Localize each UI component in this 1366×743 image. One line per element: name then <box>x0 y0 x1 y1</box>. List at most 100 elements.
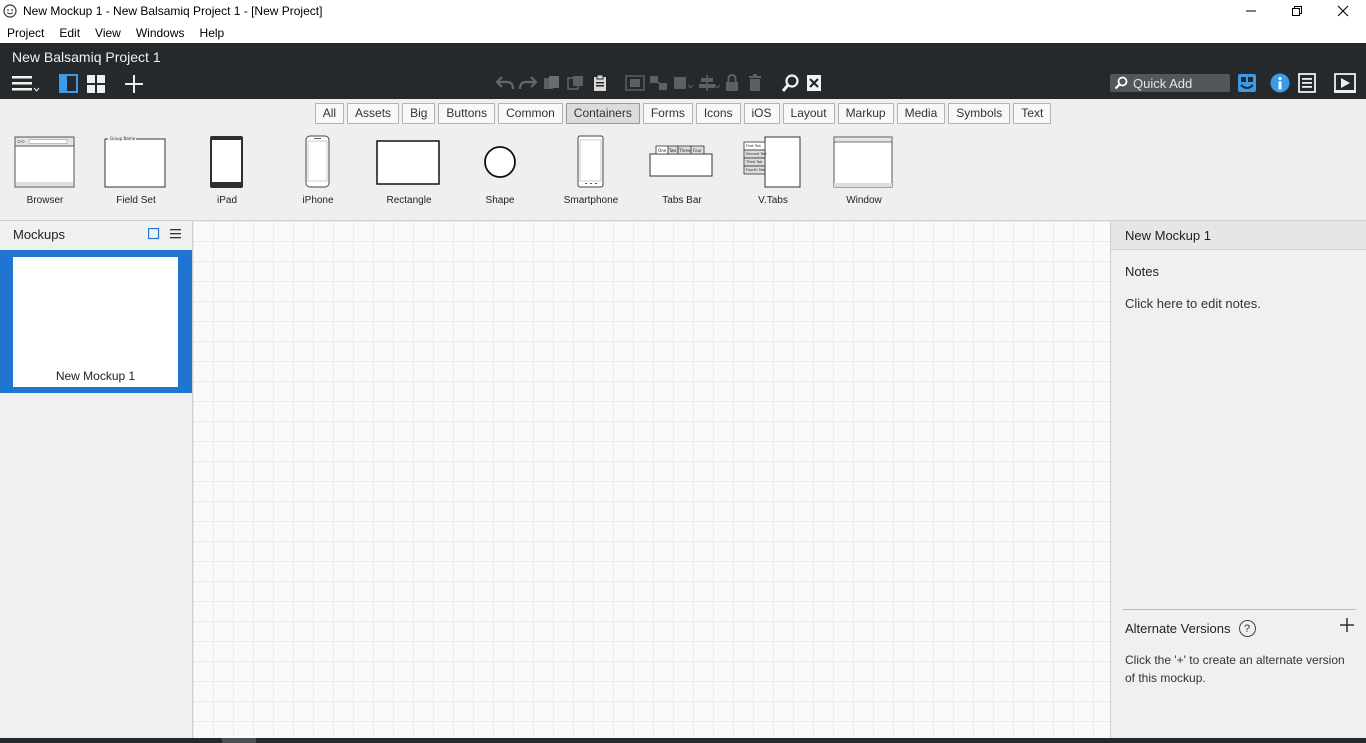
presentation-play-icon[interactable] <box>1334 73 1356 93</box>
filter-big[interactable]: Big <box>402 102 436 124</box>
trash-icon[interactable] <box>748 74 762 92</box>
component-label: iPad <box>216 195 237 206</box>
component-label: Smartphone <box>563 195 619 206</box>
filter-text[interactable]: Text <box>1013 102 1052 124</box>
filter-icons[interactable]: Icons <box>695 102 741 124</box>
alternate-versions-hint: Click the '+' to create an alternate ver… <box>1125 653 1345 685</box>
filter-symbols[interactable]: Symbols <box>948 102 1011 124</box>
mockup-list-item[interactable]: New Mockup 1 <box>0 250 192 393</box>
menu-windows[interactable]: Windows <box>136 26 185 40</box>
components-library: Browser Group Name Field Set iPad iPhone… <box>0 127 1366 221</box>
lock-icon[interactable] <box>725 74 739 92</box>
notes-list-icon[interactable] <box>1298 73 1316 93</box>
notes-editor[interactable]: Click here to edit notes. <box>1125 296 1261 311</box>
menu-view[interactable]: View <box>95 26 121 40</box>
window-title: New Mockup 1 - New Balsamiq Project 1 - … <box>23 4 323 18</box>
tabs-bar-thumbnail: One Two Three Four <box>649 145 713 177</box>
filter-media[interactable]: Media <box>896 102 946 124</box>
bottom-scrollbar[interactable] <box>0 738 1366 743</box>
component-label: Window <box>846 195 882 206</box>
component-label: Shape <box>485 195 515 206</box>
vtab-second-text: Second Tab <box>746 152 767 156</box>
mockups-panel: Mockups New Mockup 1 <box>0 221 193 738</box>
tab-one-text: One <box>658 148 667 153</box>
copy-icon[interactable] <box>543 75 561 91</box>
filter-containers[interactable]: Containers <box>565 102 640 124</box>
component-tabs-bar[interactable]: One Two Three Four Tabs Bar <box>642 135 722 215</box>
component-field-set[interactable]: Group Name Field Set <box>96 135 176 215</box>
component-rectangle[interactable]: Rectangle <box>369 135 449 215</box>
component-label: Browser <box>26 195 64 206</box>
ipad-thumbnail <box>210 136 243 188</box>
filter-markup[interactable]: Markup <box>837 102 894 124</box>
tab-three-text: Three <box>678 148 691 153</box>
filter-ios[interactable]: iOS <box>743 102 780 124</box>
quick-add-placeholder: Quick Add <box>1133 75 1193 91</box>
menu-project[interactable]: Project <box>7 26 44 40</box>
add-mockup-icon[interactable] <box>123 74 145 94</box>
arrange-icon[interactable] <box>673 75 695 91</box>
add-alternate-version-icon[interactable] <box>1339 617 1355 638</box>
filter-common[interactable]: Common <box>498 102 563 124</box>
list-view-icon[interactable] <box>170 228 182 240</box>
undo-icon[interactable] <box>495 75 515 91</box>
balsamiq-app-icon <box>3 4 17 18</box>
alternate-versions-header: Alternate Versions ? <box>1125 620 1256 637</box>
redo-icon[interactable] <box>518 75 538 91</box>
info-icon[interactable] <box>1270 73 1290 93</box>
shape-thumbnail <box>484 146 516 178</box>
close-window-button[interactable] <box>1320 0 1366 22</box>
thumbnail-view-icon[interactable] <box>148 228 160 240</box>
component-smartphone[interactable]: Smartphone <box>551 135 631 215</box>
filter-buttons[interactable]: Buttons <box>438 102 496 124</box>
menu-help[interactable]: Help <box>200 26 225 40</box>
window-thumbnail <box>833 136 893 188</box>
restore-window-button[interactable] <box>1274 0 1320 22</box>
find-icon[interactable] <box>781 73 801 93</box>
tab-two-text: Two <box>668 148 677 153</box>
field-set-legend: Group Name <box>110 136 136 141</box>
help-icon[interactable]: ? <box>1238 620 1256 637</box>
duplicate-icon[interactable] <box>567 75 585 91</box>
grid-view-icon[interactable] <box>86 74 106 94</box>
component-label: V.Tabs <box>758 195 788 206</box>
divider <box>1123 609 1356 610</box>
filter-layout[interactable]: Layout <box>782 102 835 124</box>
mockup-canvas[interactable] <box>193 221 1110 738</box>
smartphone-thumbnail <box>577 135 604 188</box>
mockup-thumbnail[interactable]: New Mockup 1 <box>13 257 178 387</box>
component-window[interactable]: Window <box>824 135 904 215</box>
component-v-tabs[interactable]: First Tab Second Tab Third Tab Fourth Ta… <box>733 135 813 215</box>
rectangle-thumbnail <box>376 140 440 185</box>
menu-bar: Project Edit View Windows Help <box>0 22 1366 43</box>
hamburger-menu-icon[interactable] <box>12 74 42 94</box>
window-title-bar: New Mockup 1 - New Balsamiq Project 1 - … <box>0 0 1366 22</box>
menu-edit[interactable]: Edit <box>59 26 80 40</box>
iphone-thumbnail <box>305 135 330 188</box>
group-icon[interactable] <box>625 75 645 91</box>
ungroup-icon[interactable] <box>649 75 669 91</box>
paste-icon[interactable] <box>592 74 608 92</box>
quick-add-input[interactable]: Quick Add <box>1110 74 1230 92</box>
project-title: New Balsamiq Project 1 <box>12 49 161 65</box>
vtab-fourth-text: Fourth Tab <box>746 168 766 172</box>
component-ipad[interactable]: iPad <box>187 135 267 215</box>
minimize-window-button[interactable] <box>1228 0 1274 22</box>
vtab-first-text: First Tab <box>746 144 762 148</box>
single-view-icon[interactable] <box>59 74 79 94</box>
filter-all[interactable]: All <box>314 102 345 124</box>
scrollbar-thumb[interactable] <box>222 738 256 743</box>
component-browser[interactable]: Browser <box>5 135 85 215</box>
vtab-third-text: Third Tab <box>745 160 763 164</box>
filter-forms[interactable]: Forms <box>642 102 693 124</box>
assets-library-icon[interactable] <box>1237 73 1257 93</box>
mockup-item-label: New Mockup 1 <box>55 369 136 383</box>
notes-heading: Notes <box>1125 264 1159 279</box>
component-shape[interactable]: Shape <box>460 135 540 215</box>
component-label: Tabs Bar <box>662 195 702 206</box>
filter-assets[interactable]: Assets <box>347 102 400 124</box>
align-icon[interactable] <box>698 75 720 91</box>
clear-selection-icon[interactable] <box>806 74 822 92</box>
component-iphone[interactable]: iPhone <box>278 135 358 215</box>
alternate-versions-heading: Alternate Versions <box>1125 621 1231 636</box>
